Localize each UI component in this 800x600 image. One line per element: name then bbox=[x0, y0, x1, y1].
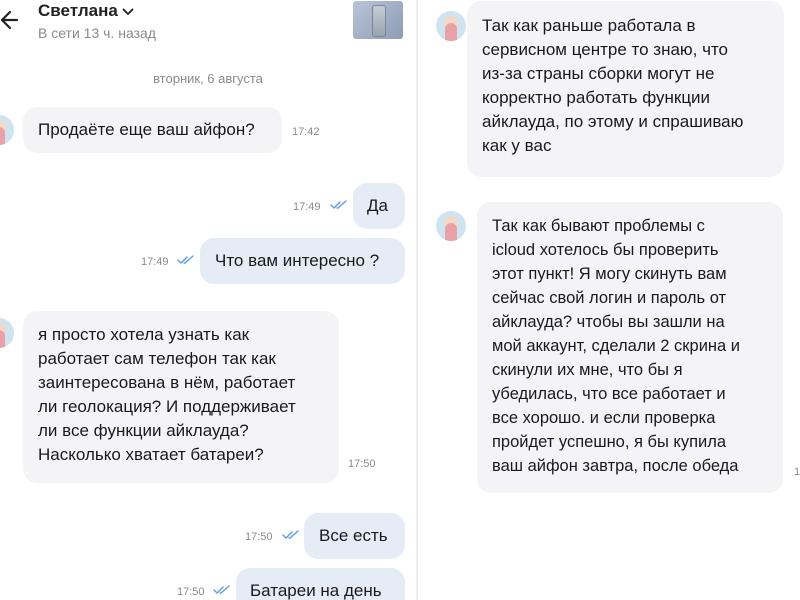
message-time: 17:50 bbox=[348, 458, 376, 470]
message-time: 1 bbox=[794, 466, 800, 478]
avatar bbox=[0, 115, 14, 145]
chat-panel-left: Светлана В сети 13 ч. назад вторник, 6 а… bbox=[0, 0, 416, 600]
message-line: сервисном центре то знаю, что bbox=[482, 40, 729, 59]
message-time: 17:49 bbox=[141, 256, 169, 268]
message-line: из-за страны сборки могут не bbox=[482, 64, 715, 83]
message-text: Батареи на день bbox=[250, 581, 382, 600]
message-line: я просто хотела узнать как bbox=[38, 325, 250, 344]
back-arrow-icon[interactable] bbox=[0, 8, 20, 32]
message-line: как у вас bbox=[482, 136, 552, 155]
avatar bbox=[0, 318, 14, 348]
contact-status: В сети 13 ч. назад bbox=[38, 25, 156, 41]
read-ticks-icon bbox=[177, 255, 194, 264]
message-line: все хорошо. и если проверка bbox=[492, 409, 716, 427]
message-text: Да bbox=[367, 196, 388, 215]
message-time: 17:42 bbox=[292, 126, 320, 138]
message-bubble: Все есть bbox=[304, 513, 405, 559]
message-line: мой аккаунт, сделали 2 скрина и bbox=[492, 337, 740, 355]
message-bubble: Продаёте еще ваш айфон? bbox=[23, 107, 282, 153]
message-line: убедилась, что все работает и bbox=[492, 385, 726, 403]
read-ticks-icon bbox=[282, 530, 299, 539]
message-bubble: Так как бывают проблемы с icloud хотелос… bbox=[477, 202, 783, 493]
message-bubble: Батареи на день bbox=[236, 568, 405, 600]
message-text: Продаёте еще ваш айфон? bbox=[38, 120, 255, 139]
message-bubble: я просто хотела узнать как работает сам … bbox=[23, 311, 339, 483]
message-line: пройдет успешно, я бы купила bbox=[492, 433, 727, 451]
message-line: заинтересована в нём, работает bbox=[38, 373, 296, 392]
read-ticks-icon bbox=[213, 585, 230, 594]
message-bubble: Да bbox=[353, 183, 405, 229]
message-line: сейчас свой логин и пароль от bbox=[492, 289, 727, 307]
message-line: айклауда? чтобы вы зашли на bbox=[492, 313, 725, 331]
avatar bbox=[436, 11, 466, 41]
message-time: 17:50 bbox=[245, 531, 273, 543]
avatar bbox=[436, 211, 466, 241]
message-line: ли геолокация? И поддерживает bbox=[38, 397, 296, 416]
message-line: этот пункт! Я могу скинуть вам bbox=[492, 265, 727, 283]
message-line: работает сам телефон так как bbox=[38, 349, 276, 368]
contact-name: Светлана bbox=[38, 1, 118, 20]
message-text: Все есть bbox=[319, 526, 388, 545]
read-ticks-icon bbox=[330, 200, 347, 209]
message-time: 17:50 bbox=[177, 586, 205, 598]
message-line: айклауда, по этому и спрашиваю bbox=[482, 112, 744, 131]
chat-panel-right: Так как раньше работала в сервисном цент… bbox=[418, 0, 800, 600]
message-bubble: Так как раньше работала в сервисном цент… bbox=[467, 1, 784, 177]
date-separator: вторник, 6 августа bbox=[153, 71, 263, 86]
message-bubble: Что вам интересно ? bbox=[200, 238, 405, 284]
chevron-down-icon bbox=[122, 8, 134, 15]
message-line: Так как раньше работала в bbox=[482, 16, 696, 35]
chat-header: Светлана В сети 13 ч. назад bbox=[0, 0, 416, 50]
message-line: скинули их мне, что бы я bbox=[492, 361, 683, 379]
message-line: ли все функции айклауда? bbox=[38, 421, 249, 440]
message-line: Насколько хватает батареи? bbox=[38, 445, 264, 464]
message-text: Что вам интересно ? bbox=[215, 251, 380, 270]
contact-name-button[interactable]: Светлана bbox=[38, 1, 134, 21]
message-line: ваш айфон завтра, после обеда bbox=[492, 457, 739, 475]
message-line: Так как бывают проблемы с bbox=[492, 217, 705, 235]
message-line: корректно работать функции bbox=[482, 88, 711, 107]
message-line: icloud хотелось бы проверить bbox=[492, 241, 719, 259]
product-thumbnail[interactable] bbox=[353, 1, 403, 39]
message-time: 17:49 bbox=[293, 201, 321, 213]
